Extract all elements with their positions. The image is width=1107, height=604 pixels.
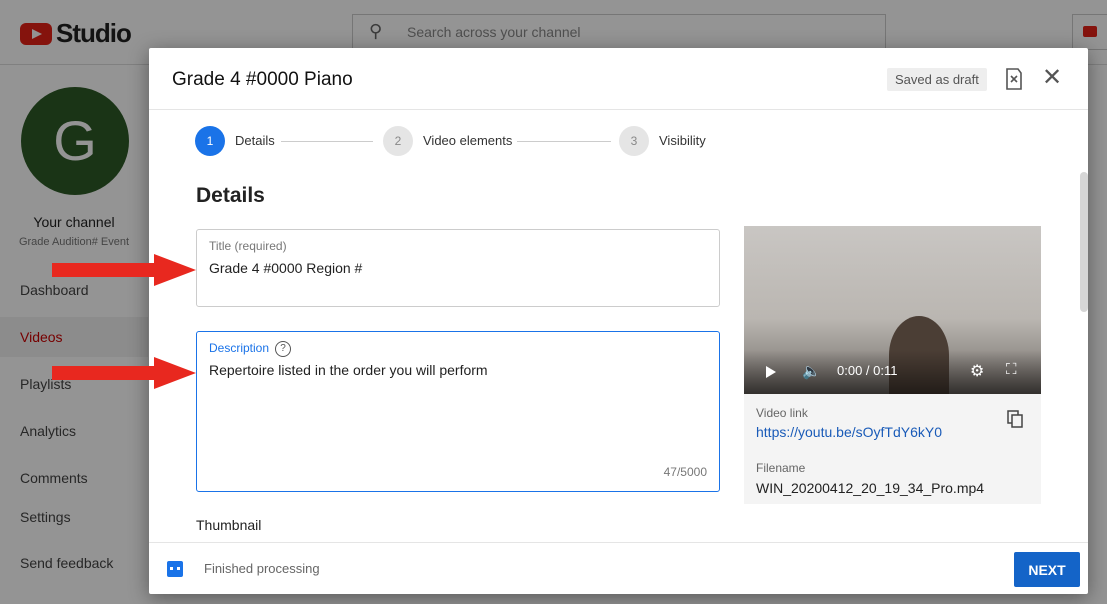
play-icon[interactable] [766,366,776,378]
step-1-circle[interactable]: 1 [195,126,225,156]
red-arrow-title [52,254,196,286]
dialog-title: Grade 4 #0000 Piano [172,69,353,90]
processing-status-icon [167,561,183,577]
title-field[interactable]: Title (required) Grade 4 #0000 Region # [196,229,720,307]
description-field-label-wrap: Description? [209,341,292,357]
gear-icon[interactable]: ⚙ [970,361,984,381]
step-connector [281,141,373,142]
header-divider [149,109,1088,110]
video-player[interactable]: 🔈 0:00 / 0:11 ⚙ ⛶ [744,226,1041,394]
upload-details-dialog: Grade 4 #0000 Piano Saved as draft ✕ 1 D… [149,48,1088,594]
dialog-footer: Finished processing NEXT [149,542,1088,595]
processing-status: Finished processing [204,561,320,576]
close-icon[interactable]: ✕ [1042,66,1062,90]
player-controls: 🔈 0:00 / 0:11 ⚙ ⛶ [744,350,1041,394]
red-arrow-description [52,357,196,389]
step-2-circle[interactable]: 2 [383,126,413,156]
filename-value: WIN_20200412_20_19_34_Pro.mp4 [756,480,985,496]
title-field-value[interactable]: Grade 4 #0000 Region # [209,260,362,276]
step-connector [517,141,611,142]
description-field-label: Description [209,341,270,356]
description-field[interactable]: Description? Repertoire listed in the or… [196,331,720,492]
description-field-value[interactable]: Repertoire listed in the order you will … [209,362,488,378]
step-3-circle[interactable]: 3 [619,126,649,156]
video-preview-card: 🔈 0:00 / 0:11 ⚙ ⛶ Video link https://you… [744,226,1041,504]
video-link-label: Video link [756,406,808,420]
next-button[interactable]: NEXT [1014,552,1080,587]
character-count: 47/5000 [663,465,707,479]
video-time: 0:00 / 0:11 [837,363,898,378]
draft-status-badge: Saved as draft [887,68,987,91]
filename-label: Filename [756,461,806,475]
volume-icon[interactable]: 🔈 [802,362,821,380]
section-heading: Details [196,184,265,207]
fullscreen-icon[interactable]: ⛶ [1006,361,1017,378]
thumbnail-heading: Thumbnail [196,517,262,533]
step-3-label[interactable]: Visibility [659,133,706,148]
scrollbar[interactable] [1080,172,1088,312]
step-1-label[interactable]: Details [235,133,275,148]
title-field-label: Title (required) [209,239,287,253]
stepper: 1 Details 2 Video elements 3 Visibility [195,126,715,156]
video-link[interactable]: https://youtu.be/sOyfTdY6kY0 [756,424,942,440]
copy-icon[interactable] [1007,410,1023,428]
help-icon[interactable]: ? [275,341,292,357]
step-2-label[interactable]: Video elements [423,133,512,148]
feedback-icon[interactable] [1004,67,1024,91]
